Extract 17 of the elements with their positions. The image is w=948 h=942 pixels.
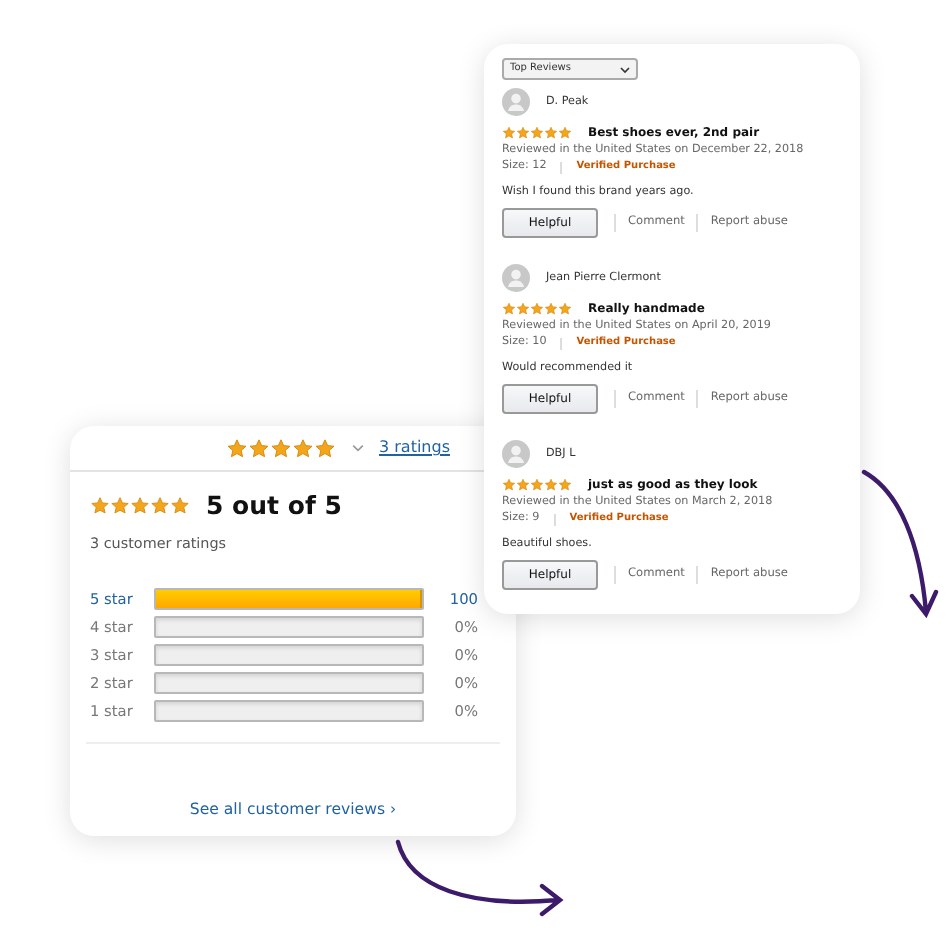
star-icon (90, 496, 110, 517)
star-icon (130, 496, 150, 517)
star-icon (150, 496, 170, 517)
caret-icon[interactable] (351, 444, 363, 452)
star-icon (291, 437, 313, 459)
star-icon (269, 437, 291, 459)
avatar-icon (502, 88, 530, 116)
avatar-icon (502, 264, 530, 292)
star-icon (225, 437, 247, 459)
rating-score: 5 out of 5 (206, 488, 342, 524)
star-icon (313, 437, 335, 459)
star-icon (110, 496, 130, 517)
avatar-icon (502, 440, 530, 468)
star-icon (247, 437, 269, 459)
caret-icon (620, 65, 630, 73)
star-icon (170, 496, 190, 517)
ratings-link[interactable]: 3 ratings (379, 436, 450, 460)
